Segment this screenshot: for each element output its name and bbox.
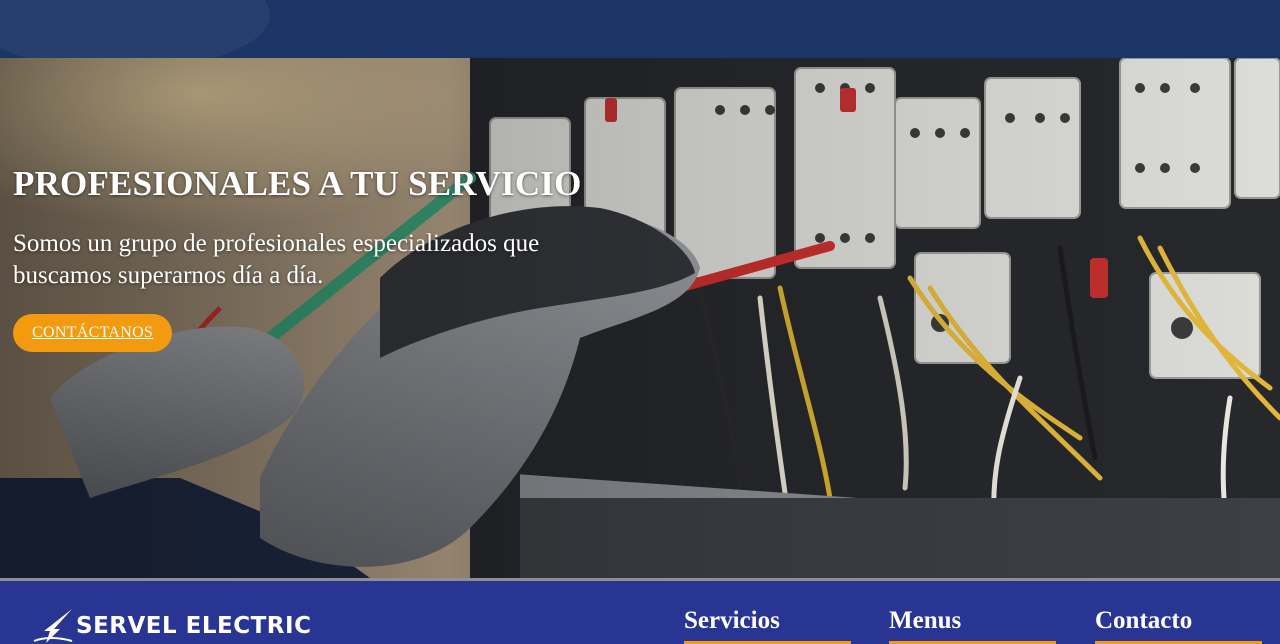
top-header-bar — [0, 0, 1280, 58]
hero-subtitle: Somos un grupo de profesionales especial… — [13, 230, 540, 289]
company-logo[interactable]: SERVEL ELECTRIC — [32, 607, 311, 644]
bolt-swoosh-icon — [33, 609, 73, 643]
footer-heading-contacto: Contacto — [1095, 606, 1262, 644]
footer: SERVEL ELECTRIC Servicios Menus Contacto — [0, 581, 1280, 644]
footer-heading-menus: Menus — [889, 606, 1056, 644]
hero-content: PROFESIONALES A TU SERVICIO Somos un gru… — [13, 162, 653, 352]
hero-title: PROFESIONALES A TU SERVICIO — [13, 164, 582, 203]
hero-banner: PROFESIONALES A TU SERVICIO Somos un gru… — [0, 58, 1280, 578]
footer-heading-servicios: Servicios — [684, 606, 851, 644]
logo-text: SERVEL ELECTRIC — [76, 613, 312, 639]
faded-logo-watermark — [0, 0, 270, 58]
contact-button[interactable]: CONTÁCTANOS — [13, 314, 173, 352]
